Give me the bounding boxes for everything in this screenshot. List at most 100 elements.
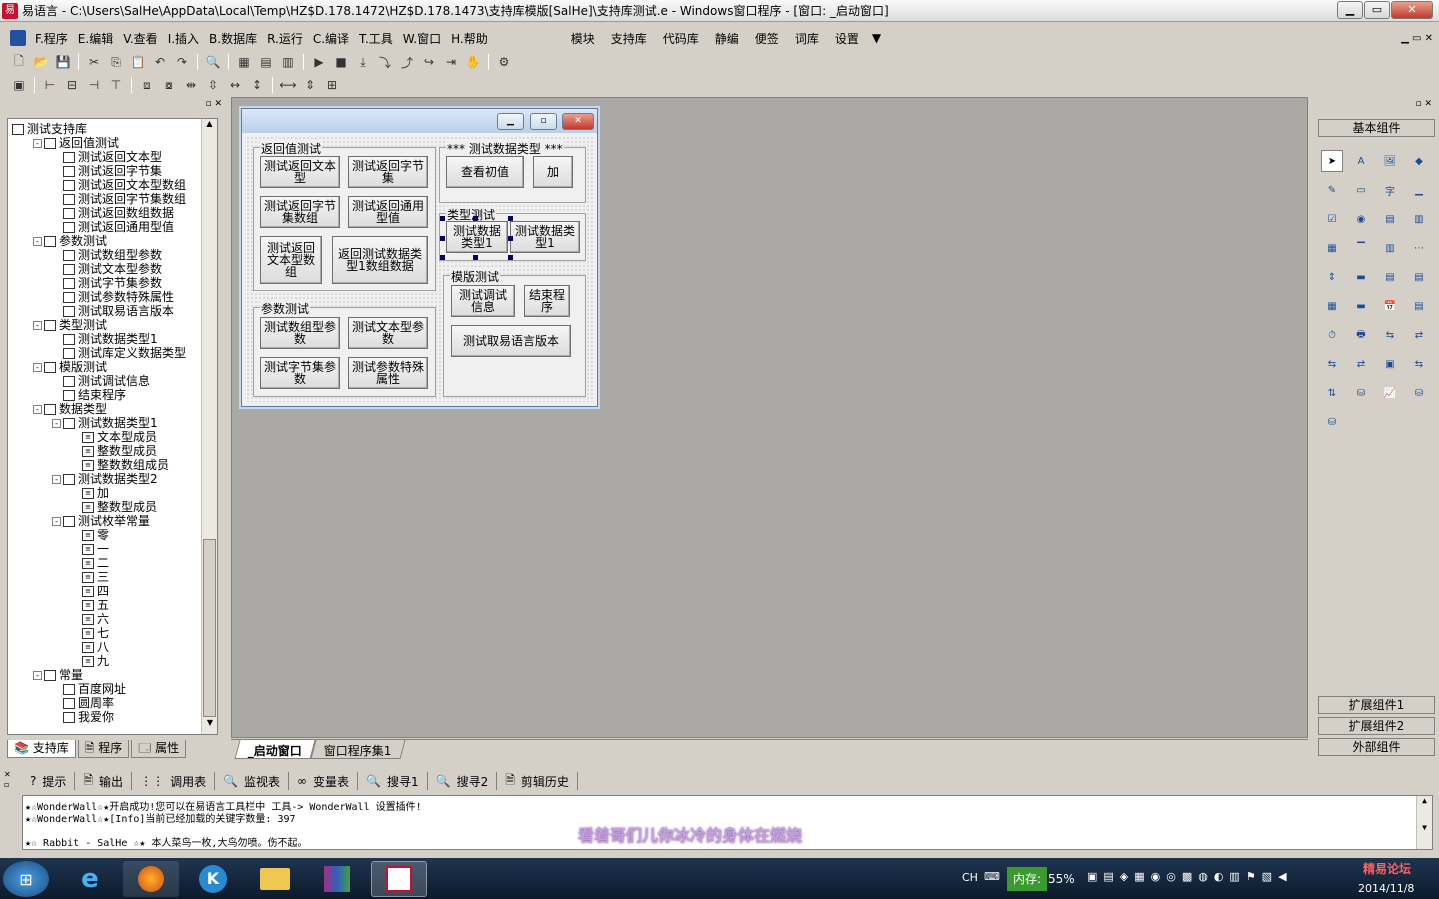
label-icon[interactable]: A — [1350, 150, 1372, 172]
btn-view-initial[interactable]: 查看初值 — [446, 156, 524, 188]
tree-node[interactable]: ≡ 四 — [71, 584, 109, 598]
tab-search2[interactable]: 🔍 搜寻2 — [428, 772, 498, 790]
selection-handle[interactable] — [440, 255, 445, 260]
tree-node[interactable]: - 测试数据类型2 — [52, 472, 158, 486]
menu-support-lib[interactable]: 支持库 — [603, 30, 655, 47]
tree-node[interactable]: 测试返回通用型值 — [52, 220, 174, 234]
shape-icon[interactable]: ◆ — [1408, 150, 1430, 172]
startup-window-form[interactable]: ▁ ▫ ✕ 返回值测试 测试返回文本型 测试返回字节集 测试返回字节集数组 测试… — [241, 108, 598, 407]
input-language[interactable]: CH — [962, 871, 978, 884]
menu-dictionary[interactable]: 词库 — [787, 30, 827, 47]
tree-node[interactable]: ≡ 整数型成员 — [71, 500, 157, 514]
checkbox-icon[interactable]: ☑ — [1321, 208, 1343, 230]
open-file-icon[interactable]: 📂 — [32, 53, 50, 71]
run-icon[interactable]: ▶ — [310, 53, 328, 71]
keyboard-icon[interactable]: ⌨ — [984, 870, 1000, 883]
menu-code-lib[interactable]: 代码库 — [655, 30, 707, 47]
equal-width-icon[interactable]: ↔ — [226, 76, 244, 94]
data-link-icon[interactable]: ⇄ — [1408, 324, 1430, 346]
right-panel-controls[interactable]: ▫ ✕ — [1312, 99, 1432, 111]
output-panel[interactable]: ★☆WonderWall☆★开启成功!您可以在易语言工具栏中 工具-> Wond… — [22, 795, 1433, 850]
menu-insert[interactable]: I.插入 — [163, 30, 204, 47]
taskbar-firefox[interactable] — [123, 861, 179, 897]
trackbar-icon[interactable]: ▤ — [1379, 266, 1401, 288]
space-v-icon[interactable]: ⇳ — [204, 76, 222, 94]
step-icon[interactable]: ⤓ — [354, 53, 372, 71]
same-size-h-icon[interactable]: ⟷ — [279, 76, 297, 94]
maximize-button[interactable]: ▭ — [1364, 1, 1390, 19]
menu-help[interactable]: H.帮助 — [446, 30, 493, 47]
tree-node[interactable]: ≡ 零 — [71, 528, 109, 542]
align-top-icon[interactable]: ⊤ — [107, 76, 125, 94]
frame-icon[interactable]: ▭ — [1350, 179, 1372, 201]
tree-node[interactable]: 我爱你 — [52, 710, 114, 724]
tree-node[interactable]: - 常量 — [33, 668, 83, 682]
taskbar-eyuyan[interactable] — [371, 861, 427, 897]
tree-expander-icon[interactable]: - — [33, 321, 42, 330]
tree-expander-icon[interactable]: - — [33, 237, 42, 246]
tree-node[interactable]: ≡ 文本型成员 — [71, 430, 157, 444]
listbox-icon[interactable]: ▤ — [1379, 208, 1401, 230]
tree-node[interactable]: 测试返回文本型 — [52, 150, 162, 164]
start-button[interactable]: ⊞ — [3, 861, 49, 897]
form-maximize-button[interactable]: ▫ — [530, 113, 557, 130]
scroll-h-icon[interactable]: ⋯ — [1408, 237, 1430, 259]
com-link-icon[interactable]: ⇄ — [1350, 353, 1372, 375]
tab-startup-window[interactable]: _启动窗口 — [234, 740, 316, 759]
scroll-v-icon[interactable]: ▥ — [1379, 237, 1401, 259]
selection-handle[interactable] — [473, 216, 478, 221]
db-link-icon[interactable]: ⛁ — [1350, 382, 1372, 404]
ext-components-1-button[interactable]: 扩展组件1 — [1318, 696, 1435, 714]
find-icon[interactable]: 🔍 — [204, 53, 222, 71]
btn-add[interactable]: 加 — [533, 156, 573, 188]
pointer-icon[interactable]: ➤ — [1321, 150, 1343, 172]
tab-support-lib[interactable]: 📚 支持库 — [7, 740, 76, 758]
btn-test-return-variant[interactable]: 测试返回通用型值 — [348, 196, 428, 228]
taskbar-kugou[interactable]: K — [185, 861, 241, 897]
tree-node[interactable]: - 返回值测试 — [33, 136, 119, 150]
btn-test-return-text[interactable]: 测试返回文本型 — [260, 156, 340, 188]
tab-variables[interactable]: ∞ 变量表 — [289, 772, 359, 790]
align-right-icon[interactable]: ⊣ — [85, 76, 103, 94]
space-h-icon[interactable]: ⇹ — [182, 76, 200, 94]
tab-call-stack[interactable]: ⋮⋮ 调用表 — [132, 772, 216, 790]
picture-icon[interactable]: 🖼 — [1379, 150, 1401, 172]
tree-node[interactable]: - 测试数据类型1 — [52, 416, 158, 430]
tree-node[interactable]: 测试返回字节集数组 — [52, 192, 186, 206]
center-h-icon[interactable]: ⧈ — [138, 76, 156, 94]
tree-node[interactable]: - 类型测试 — [33, 318, 107, 332]
calendar-icon[interactable]: 📅 — [1379, 295, 1401, 317]
tree-expander-icon[interactable]: - — [33, 139, 42, 148]
menu-settings[interactable]: 设置 — [827, 30, 867, 47]
copy-icon[interactable]: ⎘ — [107, 53, 125, 71]
same-size-icon[interactable]: ⊞ — [323, 76, 341, 94]
ext-components-2-button[interactable]: 扩展组件2 — [1318, 717, 1435, 735]
menu-compile[interactable]: C.编译 — [308, 30, 354, 47]
tree-node[interactable]: 测试取易语言版本 — [52, 304, 174, 318]
tab-watch[interactable]: 🔍 监视表 — [215, 772, 290, 790]
basic-components-header[interactable]: 基本组件 — [1318, 119, 1435, 137]
timer-icon[interactable]: ⏱ — [1321, 324, 1343, 346]
tree-expander-icon[interactable]: - — [52, 419, 61, 428]
taskbar-ie[interactable]: e — [62, 861, 118, 897]
tree-node[interactable]: ≡ 六 — [71, 612, 109, 626]
support-lib-tree[interactable]: 测试支持库 - 返回值测试 测试返回文本型 测试返回字节集 测试返回文本型数组 测试返回字节… — [7, 118, 218, 735]
tree-node[interactable]: - 数据类型 — [33, 402, 107, 416]
tree-node[interactable]: 测试返回字节集 — [52, 164, 162, 178]
run-to-icon[interactable]: ⇥ — [442, 53, 460, 71]
tree-node[interactable]: 百度网址 — [52, 682, 126, 696]
tree-node[interactable]: - 参数测试 — [33, 234, 107, 248]
tab-window-assembly[interactable]: 窗口程序集1 — [310, 740, 406, 759]
tree-scrollbar[interactable]: ▲ ▼ — [201, 119, 217, 734]
tree-node[interactable]: ≡ 一 — [71, 542, 109, 556]
new-file-icon[interactable]: 🗋 — [10, 53, 28, 71]
menu-tools[interactable]: T.工具 — [354, 30, 398, 47]
btn-test-array-param[interactable]: 测试数组型参数 — [260, 317, 340, 349]
menu-notes[interactable]: 便签 — [747, 30, 787, 47]
undo-icon[interactable]: ↶ — [151, 53, 169, 71]
tree-node[interactable]: 测试库定义数据类型 — [52, 346, 186, 360]
tree-node[interactable]: 测试返回数组数据 — [52, 206, 174, 220]
tree-node[interactable]: ≡ 九 — [71, 654, 109, 668]
tree-node[interactable]: 测试调试信息 — [52, 374, 150, 388]
menu-static-compile[interactable]: 静编 — [707, 30, 747, 47]
